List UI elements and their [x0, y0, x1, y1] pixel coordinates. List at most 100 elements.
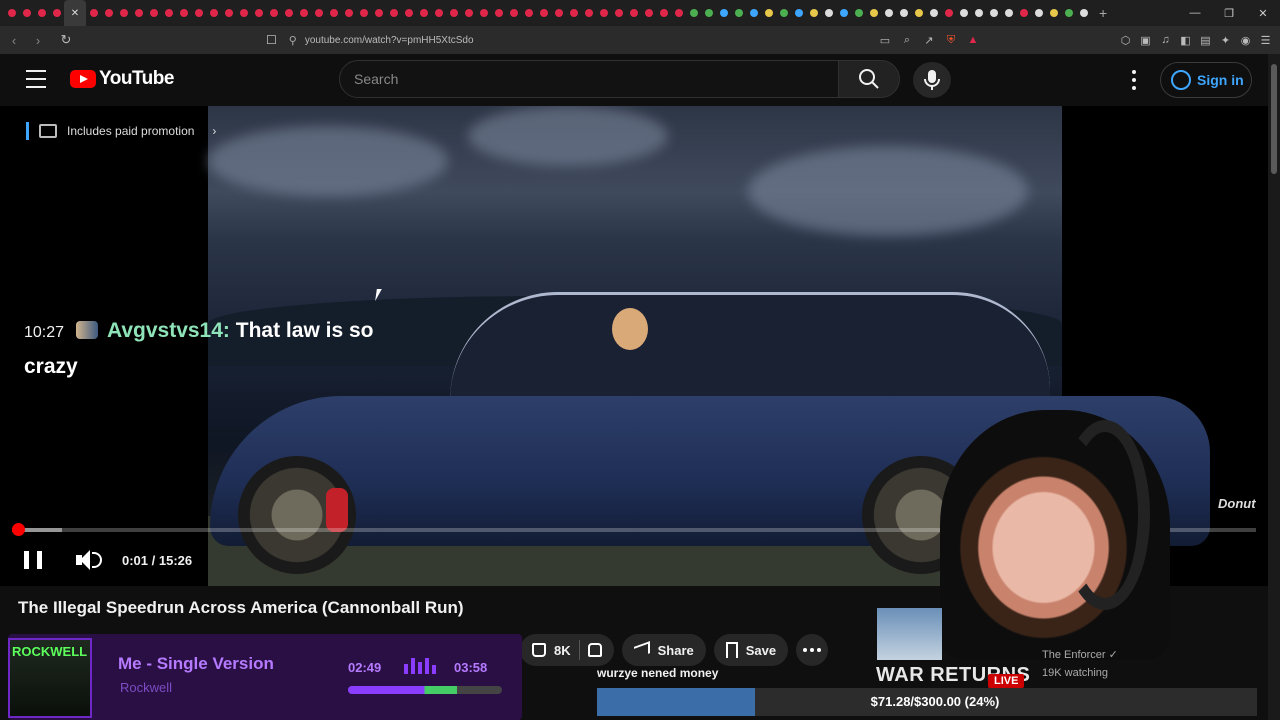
browser-tab[interactable] [461, 0, 476, 26]
browser-tab[interactable] [806, 0, 821, 26]
extensions-puzzle-icon[interactable]: ✦ [1219, 34, 1232, 47]
browser-tab[interactable] [446, 0, 461, 26]
cast-icon[interactable]: ▭ [878, 33, 892, 47]
browser-tab[interactable] [551, 0, 566, 26]
search-input[interactable]: Search [339, 60, 839, 98]
browser-tab[interactable] [131, 0, 146, 26]
wallet-icon[interactable]: ▤ [1199, 34, 1212, 47]
browser-tab[interactable] [401, 0, 416, 26]
like-count[interactable]: 8K [554, 643, 571, 658]
browser-tab[interactable] [1031, 0, 1046, 26]
share-page-icon[interactable]: ↗ [922, 33, 936, 47]
browser-tab[interactable] [34, 0, 49, 26]
share-button[interactable]: Share [621, 634, 706, 666]
thumbs-up-icon[interactable] [532, 643, 546, 657]
browser-tab[interactable] [596, 0, 611, 26]
browser-tab[interactable] [86, 0, 101, 26]
back-icon[interactable]: ‹ [4, 33, 24, 48]
browser-tab[interactable] [116, 0, 131, 26]
browser-tab[interactable] [236, 0, 251, 26]
save-button[interactable]: Save [713, 634, 789, 666]
minimize-button[interactable]: — [1178, 0, 1212, 26]
youtube-logo[interactable]: YouTube [70, 68, 174, 90]
zoom-icon[interactable]: ⌕ [900, 33, 914, 47]
live-channel[interactable]: The Enforcer ✓ [1042, 648, 1118, 661]
extension-icon[interactable]: ▣ [1139, 34, 1152, 47]
browser-tab[interactable] [791, 0, 806, 26]
browser-tab[interactable] [4, 0, 19, 26]
browser-tab[interactable] [866, 0, 881, 26]
browser-tab[interactable] [476, 0, 491, 26]
browser-tab[interactable] [896, 0, 911, 26]
browser-tab[interactable] [701, 0, 716, 26]
settings-more-icon[interactable] [1126, 70, 1142, 90]
browser-tab[interactable] [19, 0, 34, 26]
reload-icon[interactable]: ↻ [56, 32, 76, 48]
browser-tab[interactable] [536, 0, 551, 26]
browser-tab[interactable] [161, 0, 176, 26]
forward-icon[interactable]: › [28, 33, 48, 48]
browser-tab[interactable] [326, 0, 341, 26]
active-tab-close-icon[interactable]: ✕ [64, 0, 86, 26]
menu-icon[interactable] [26, 70, 46, 88]
browser-tab[interactable] [911, 0, 926, 26]
sign-in-button[interactable]: Sign in [1160, 62, 1252, 98]
browser-tab[interactable] [206, 0, 221, 26]
browser-tab[interactable] [1061, 0, 1076, 26]
browser-tab[interactable] [971, 0, 986, 26]
more-actions-button[interactable] [796, 634, 829, 666]
browser-tab[interactable] [266, 0, 281, 26]
close-window-button[interactable]: ✕ [1246, 0, 1280, 26]
menu-icon[interactable]: ☰ [1259, 34, 1272, 47]
browser-tab[interactable] [1076, 0, 1091, 26]
extension-icon[interactable]: ⬡ [1119, 34, 1132, 47]
site-info-icon[interactable]: ⚲ [289, 34, 297, 47]
browser-tab[interactable] [191, 0, 206, 26]
browser-tab[interactable] [371, 0, 386, 26]
browser-tab[interactable] [671, 0, 686, 26]
browser-tab[interactable] [416, 0, 431, 26]
vpn-icon[interactable]: ◉ [1239, 34, 1252, 47]
voice-search-button[interactable] [913, 62, 951, 98]
browser-tab[interactable] [926, 0, 941, 26]
brave-shield-icon[interactable]: ⛨ [944, 33, 958, 47]
browser-tab[interactable] [761, 0, 776, 26]
browser-tab[interactable] [986, 0, 1001, 26]
browser-tab[interactable] [656, 0, 671, 26]
volume-icon[interactable] [76, 549, 102, 571]
browser-tab[interactable] [431, 0, 446, 26]
browser-tab[interactable] [566, 0, 581, 26]
browser-tab[interactable] [956, 0, 971, 26]
browser-tab[interactable] [521, 0, 536, 26]
browser-tab[interactable] [1046, 0, 1061, 26]
browser-tab[interactable] [281, 0, 296, 26]
browser-tab[interactable] [101, 0, 116, 26]
live-thumbnail[interactable] [877, 608, 942, 660]
browser-tab[interactable] [1001, 0, 1016, 26]
browser-tab[interactable] [836, 0, 851, 26]
browser-tab[interactable] [716, 0, 731, 26]
browser-tab[interactable] [746, 0, 761, 26]
music-icon[interactable]: ♫ [1159, 34, 1172, 47]
thumbs-down-icon[interactable] [587, 643, 602, 657]
browser-tab[interactable] [626, 0, 641, 26]
browser-tab[interactable] [1016, 0, 1031, 26]
restore-button[interactable]: ❐ [1212, 0, 1246, 26]
browser-tab[interactable] [686, 0, 701, 26]
browser-tab[interactable] [776, 0, 791, 26]
browser-tab[interactable] [581, 0, 596, 26]
paid-promotion-notice[interactable]: Includes paid promotion › [26, 122, 216, 140]
browser-tab[interactable] [311, 0, 326, 26]
bookmark-icon[interactable]: ☐ [266, 33, 277, 47]
browser-tab[interactable] [251, 0, 266, 26]
browser-tab[interactable] [221, 0, 236, 26]
browser-tab[interactable] [176, 0, 191, 26]
browser-tab[interactable] [821, 0, 836, 26]
browser-tab[interactable] [146, 0, 161, 26]
url-field[interactable]: youtube.com/watch?v=pmHH5XtcSdo [305, 35, 474, 46]
browser-tab[interactable] [851, 0, 866, 26]
scrollbar-thumb[interactable] [1271, 64, 1277, 174]
browser-tab[interactable] [49, 0, 64, 26]
browser-tab[interactable] [641, 0, 656, 26]
search-button[interactable] [838, 60, 900, 98]
